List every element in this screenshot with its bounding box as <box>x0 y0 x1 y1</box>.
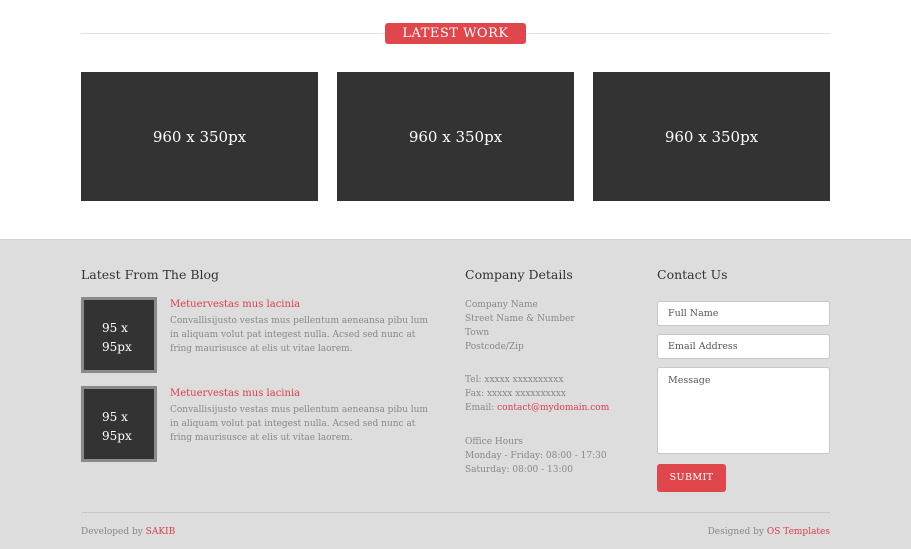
email-link[interactable]: contact@mydomain.com <box>497 403 609 413</box>
blog-thumbnail[interactable]: 95 x 95px <box>81 297 157 373</box>
office-hours: Office Hours Monday - Friday: 08:00 - 17… <box>465 435 607 477</box>
message-placeholder: Message <box>668 375 711 386</box>
work-item-label: 960 x 350px <box>408 127 503 146</box>
work-item[interactable]: 960 x 350px <box>337 72 574 201</box>
blog-post-excerpt: Convallisijusto vestas mus pellentum aen… <box>170 316 428 354</box>
street-address: Street Name & Number <box>465 314 575 324</box>
message-textarea[interactable]: Message <box>657 367 830 454</box>
developer-link[interactable]: SAKIB <box>146 527 176 537</box>
work-item[interactable]: 960 x 350px <box>81 72 318 201</box>
work-item-label: 960 x 350px <box>664 127 759 146</box>
email-line: Email: contact@mydomain.com <box>465 401 609 415</box>
developer-credit: Developed by SAKIB <box>81 527 175 537</box>
thumbnail-label-line1: 95 x <box>102 321 128 335</box>
contact-column-title: Contact Us <box>657 267 728 282</box>
full-name-placeholder: Full Name <box>668 308 719 319</box>
blog-column-title: Latest From The Blog <box>81 267 220 282</box>
blog-thumbnail[interactable]: 95 x 95px <box>81 386 157 462</box>
blog-post-title-link[interactable]: Metuervestas mus lacinia <box>170 299 300 310</box>
footer: Latest From The Blog 95 x 95px Metuerves… <box>0 239 911 549</box>
email-label: Email: <box>465 403 498 413</box>
designer-link[interactable]: OS Templates <box>767 527 830 537</box>
designer-credit-label: Designed by <box>707 527 767 537</box>
company-column-title: Company Details <box>465 267 573 282</box>
thumbnail-label-line2: 95px <box>102 340 132 354</box>
thumbnail-label-line2: 95px <box>102 429 132 443</box>
telephone: Tel: xxxxx xxxxxxxxxx <box>465 375 564 385</box>
work-item-label: 960 x 350px <box>152 127 247 146</box>
postcode: Postcode/Zip <box>465 342 524 352</box>
developer-credit-label: Developed by <box>81 527 146 537</box>
latest-work-heading: LATEST WORK <box>385 23 526 44</box>
company-name: Company Name <box>465 300 538 310</box>
submit-button[interactable]: SUBMIT <box>657 464 726 492</box>
company-address: Company Name Street Name & Number Town P… <box>465 298 575 354</box>
footer-divider <box>81 512 830 513</box>
blog-post-excerpt: Convallisijusto vestas mus pellentum aen… <box>170 405 428 443</box>
work-item[interactable]: 960 x 350px <box>593 72 830 201</box>
fax: Fax: xxxxx xxxxxxxxxx <box>465 389 566 399</box>
company-contact-info: Tel: xxxxx xxxxxxxxxx Fax: xxxxx xxxxxxx… <box>465 373 609 415</box>
designer-credit: Designed by OS Templates <box>708 527 830 537</box>
email-placeholder: Email Address <box>668 341 738 352</box>
email-input[interactable]: Email Address <box>657 334 830 359</box>
full-name-input[interactable]: Full Name <box>657 301 830 326</box>
saturday-hours: Saturday: 08:00 - 13:00 <box>465 465 573 475</box>
weekday-hours: Monday - Friday: 08:00 - 17:30 <box>465 451 607 461</box>
town: Town <box>465 328 490 338</box>
blog-post-title-link[interactable]: Metuervestas mus lacinia <box>170 388 300 399</box>
thumbnail-label-line1: 95 x <box>102 410 128 424</box>
latest-work-section: LATEST WORK 960 x 350px 960 x 350px 960 … <box>0 0 911 239</box>
office-hours-title: Office Hours <box>465 437 523 447</box>
